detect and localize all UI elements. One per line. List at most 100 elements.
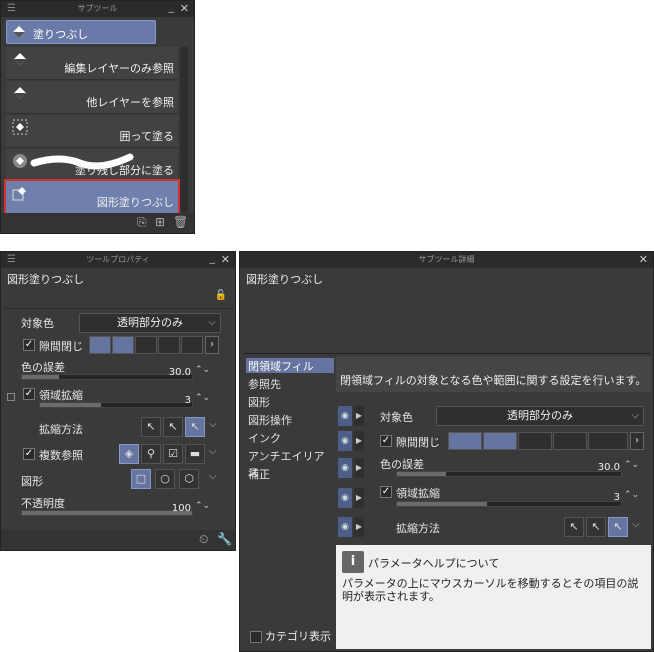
subtool-titlebar[interactable]: ☰ サブツール _ ✕ bbox=[1, 1, 194, 17]
spin-icon[interactable]: ⌃⌄ bbox=[195, 393, 210, 403]
play-icon[interactable]: ▶ bbox=[354, 431, 364, 451]
gap-level-5[interactable] bbox=[181, 336, 203, 354]
collapse-icon[interactable] bbox=[7, 393, 15, 401]
ellipse-icon[interactable]: ○ bbox=[155, 469, 175, 489]
area-scaling-checkbox[interactable]: ✓ bbox=[23, 388, 35, 400]
subtool-item-label: 塗り残し部分に塗る bbox=[75, 164, 174, 177]
gap-close-checkbox[interactable]: ✓ bbox=[23, 339, 35, 351]
subtool-item-label: 編集レイヤーのみ参照 bbox=[64, 62, 174, 75]
scale-method-3-icon[interactable]: ↖ bbox=[608, 517, 628, 537]
scale-method-1-icon[interactable]: ↖ bbox=[564, 517, 584, 537]
close-icon[interactable]: ✕ bbox=[221, 252, 230, 268]
target-color-dropdown[interactable]: 透明部分のみ ⌵ bbox=[79, 313, 221, 333]
close-icon[interactable]: ✕ bbox=[180, 1, 189, 17]
bucket-icon bbox=[14, 53, 26, 65]
detail-target-color-value: 透明部分のみ bbox=[507, 409, 573, 422]
reset-icon[interactable]: ⏲ bbox=[199, 532, 208, 547]
category-correction[interactable]: 補正 bbox=[248, 466, 270, 482]
eye-icon[interactable]: ◉ bbox=[338, 458, 352, 478]
category-shape[interactable]: 図形 bbox=[248, 394, 270, 410]
wrench-icon[interactable]: 🔧 bbox=[217, 532, 232, 546]
parameter-help-box: i パラメータヘルプについて パラメータの上にマウスカーソルを移動するとその項目… bbox=[336, 545, 651, 649]
spin-icon[interactable]: ⌃⌄ bbox=[624, 460, 639, 470]
opacity-value: 100 bbox=[171, 503, 191, 514]
subtool-item-refer-other-layers[interactable]: 他レイヤーを参照 bbox=[6, 81, 178, 114]
detail-property-list: ◉ ▶ 対象色 透明部分のみ ⌵ ◉ ▶ ✓ 隙間閉じ › ◉ ▶ 色の誤差 3… bbox=[336, 404, 651, 544]
close-icon[interactable]: ✕ bbox=[639, 252, 648, 268]
detail-tool-name: 図形塗りつぶし bbox=[246, 273, 324, 286]
minimize-icon[interactable]: _ bbox=[169, 1, 175, 15]
reference-layer-icon[interactable]: ⚲ bbox=[141, 444, 161, 464]
gap-level-2[interactable] bbox=[112, 336, 134, 354]
chevron-down-icon[interactable]: ⌵ bbox=[209, 419, 217, 430]
folder-icon[interactable]: ▬ bbox=[185, 444, 205, 464]
chevron-down-icon[interactable]: ⌵ bbox=[209, 446, 217, 457]
eye-icon[interactable]: ◉ bbox=[338, 517, 352, 537]
tool-property-footer: ⏲ 🔧 bbox=[1, 530, 235, 550]
eye-icon[interactable]: ◉ bbox=[338, 488, 352, 508]
category-ink[interactable]: インク bbox=[248, 430, 281, 446]
play-icon[interactable]: ▶ bbox=[354, 517, 364, 537]
subtool-item-shape-fill[interactable]: 図形塗りつぶし bbox=[4, 179, 180, 216]
subtool-detail-titlebar[interactable]: サブツール詳細 ✕ bbox=[240, 252, 653, 268]
gap-level-5[interactable] bbox=[588, 432, 628, 450]
add-subtool-icon[interactable]: ⊞ bbox=[155, 215, 165, 229]
detail-area-scaling-checkbox[interactable]: ✓ bbox=[380, 486, 392, 498]
gap-level-3[interactable] bbox=[518, 432, 552, 450]
detail-area-scaling-value: 3 bbox=[613, 492, 620, 503]
gap-level-1[interactable] bbox=[89, 336, 111, 354]
fill-unfilled-icon bbox=[13, 154, 27, 168]
detail-gap-close-checkbox[interactable]: ✓ bbox=[380, 435, 392, 447]
category-description: 閉領域フィルの対象となる色や範囲に関する設定を行います。 bbox=[336, 356, 651, 392]
spin-icon[interactable]: ⌃⌄ bbox=[624, 490, 639, 500]
scaling-method-label: 拡縮方法 bbox=[39, 423, 83, 436]
rectangle-icon[interactable]: □ bbox=[131, 469, 151, 489]
minimize-icon[interactable]: _ bbox=[210, 252, 216, 266]
chevron-down-icon: ⌵ bbox=[631, 410, 639, 421]
subtool-item-fill-unfilled[interactable]: 塗り残し部分に塗る bbox=[6, 149, 178, 182]
scale-method-2-icon[interactable]: ↖ bbox=[586, 517, 606, 537]
lock-icon[interactable]: 🔓 bbox=[215, 290, 227, 301]
eye-icon[interactable]: ◉ bbox=[338, 431, 352, 451]
play-icon[interactable]: ▶ bbox=[354, 406, 364, 426]
menu-icon[interactable]: ☰ bbox=[7, 1, 16, 17]
scale-method-3-icon[interactable]: ↖ bbox=[185, 417, 205, 437]
category-display-label: カテゴリ表示 bbox=[265, 630, 331, 643]
category-closed-area-fill[interactable]: 閉領域フィル bbox=[246, 358, 334, 373]
gap-level-3[interactable] bbox=[135, 336, 157, 354]
gap-level-2[interactable] bbox=[483, 432, 517, 450]
copy-subtool-icon[interactable]: ⎘ bbox=[137, 215, 147, 230]
play-icon[interactable]: ▶ bbox=[354, 488, 364, 508]
subtool-item-edit-layer-only[interactable]: 編集レイヤーのみ参照 bbox=[6, 47, 178, 80]
eye-icon[interactable]: ◉ bbox=[338, 406, 352, 426]
scale-method-2-icon[interactable]: ↖ bbox=[163, 417, 183, 437]
scale-method-1-icon[interactable]: ↖ bbox=[141, 417, 161, 437]
chevron-right-icon[interactable]: › bbox=[630, 432, 644, 450]
area-scaling-value: 3 bbox=[184, 395, 191, 406]
layers-icon[interactable]: ◈ bbox=[119, 444, 139, 464]
polygon-icon[interactable]: ⬡ bbox=[179, 469, 199, 489]
gap-level-1[interactable] bbox=[448, 432, 482, 450]
detail-target-color-dropdown[interactable]: 透明部分のみ ⌵ bbox=[436, 406, 644, 426]
trash-icon[interactable]: 🗑 bbox=[173, 215, 188, 229]
menu-icon[interactable]: ☰ bbox=[7, 252, 16, 268]
multiple-ref-checkbox[interactable]: ✓ bbox=[23, 448, 35, 460]
chevron-down-icon[interactable]: ⌵ bbox=[632, 519, 640, 530]
category-shape-operation[interactable]: 図形操作 bbox=[248, 412, 292, 428]
category-display-checkbox[interactable] bbox=[250, 631, 262, 643]
gap-level-4[interactable] bbox=[553, 432, 587, 450]
gap-level-4[interactable] bbox=[158, 336, 180, 354]
subtool-scrollbar[interactable] bbox=[180, 47, 188, 212]
gap-close-label: 隙間閉じ bbox=[39, 340, 83, 353]
category-display-toggle[interactable]: カテゴリ表示 bbox=[250, 628, 331, 644]
chevron-down-icon[interactable]: ⌵ bbox=[209, 471, 217, 482]
subtool-group-tab[interactable]: 塗りつぶし bbox=[6, 20, 156, 44]
selected-layer-icon[interactable]: ☑ bbox=[163, 444, 183, 464]
play-icon[interactable]: ▶ bbox=[354, 458, 364, 478]
spin-icon[interactable]: ⌃⌄ bbox=[195, 365, 210, 375]
chevron-right-icon[interactable]: › bbox=[205, 336, 219, 354]
category-reference[interactable]: 参照先 bbox=[248, 376, 281, 392]
subtool-item-enclose-fill[interactable]: 囲って塗る bbox=[6, 115, 178, 148]
tool-property-titlebar[interactable]: ☰ ツールプロパティ _ ✕ bbox=[1, 252, 235, 268]
spin-icon[interactable]: ⌃⌄ bbox=[195, 501, 210, 511]
